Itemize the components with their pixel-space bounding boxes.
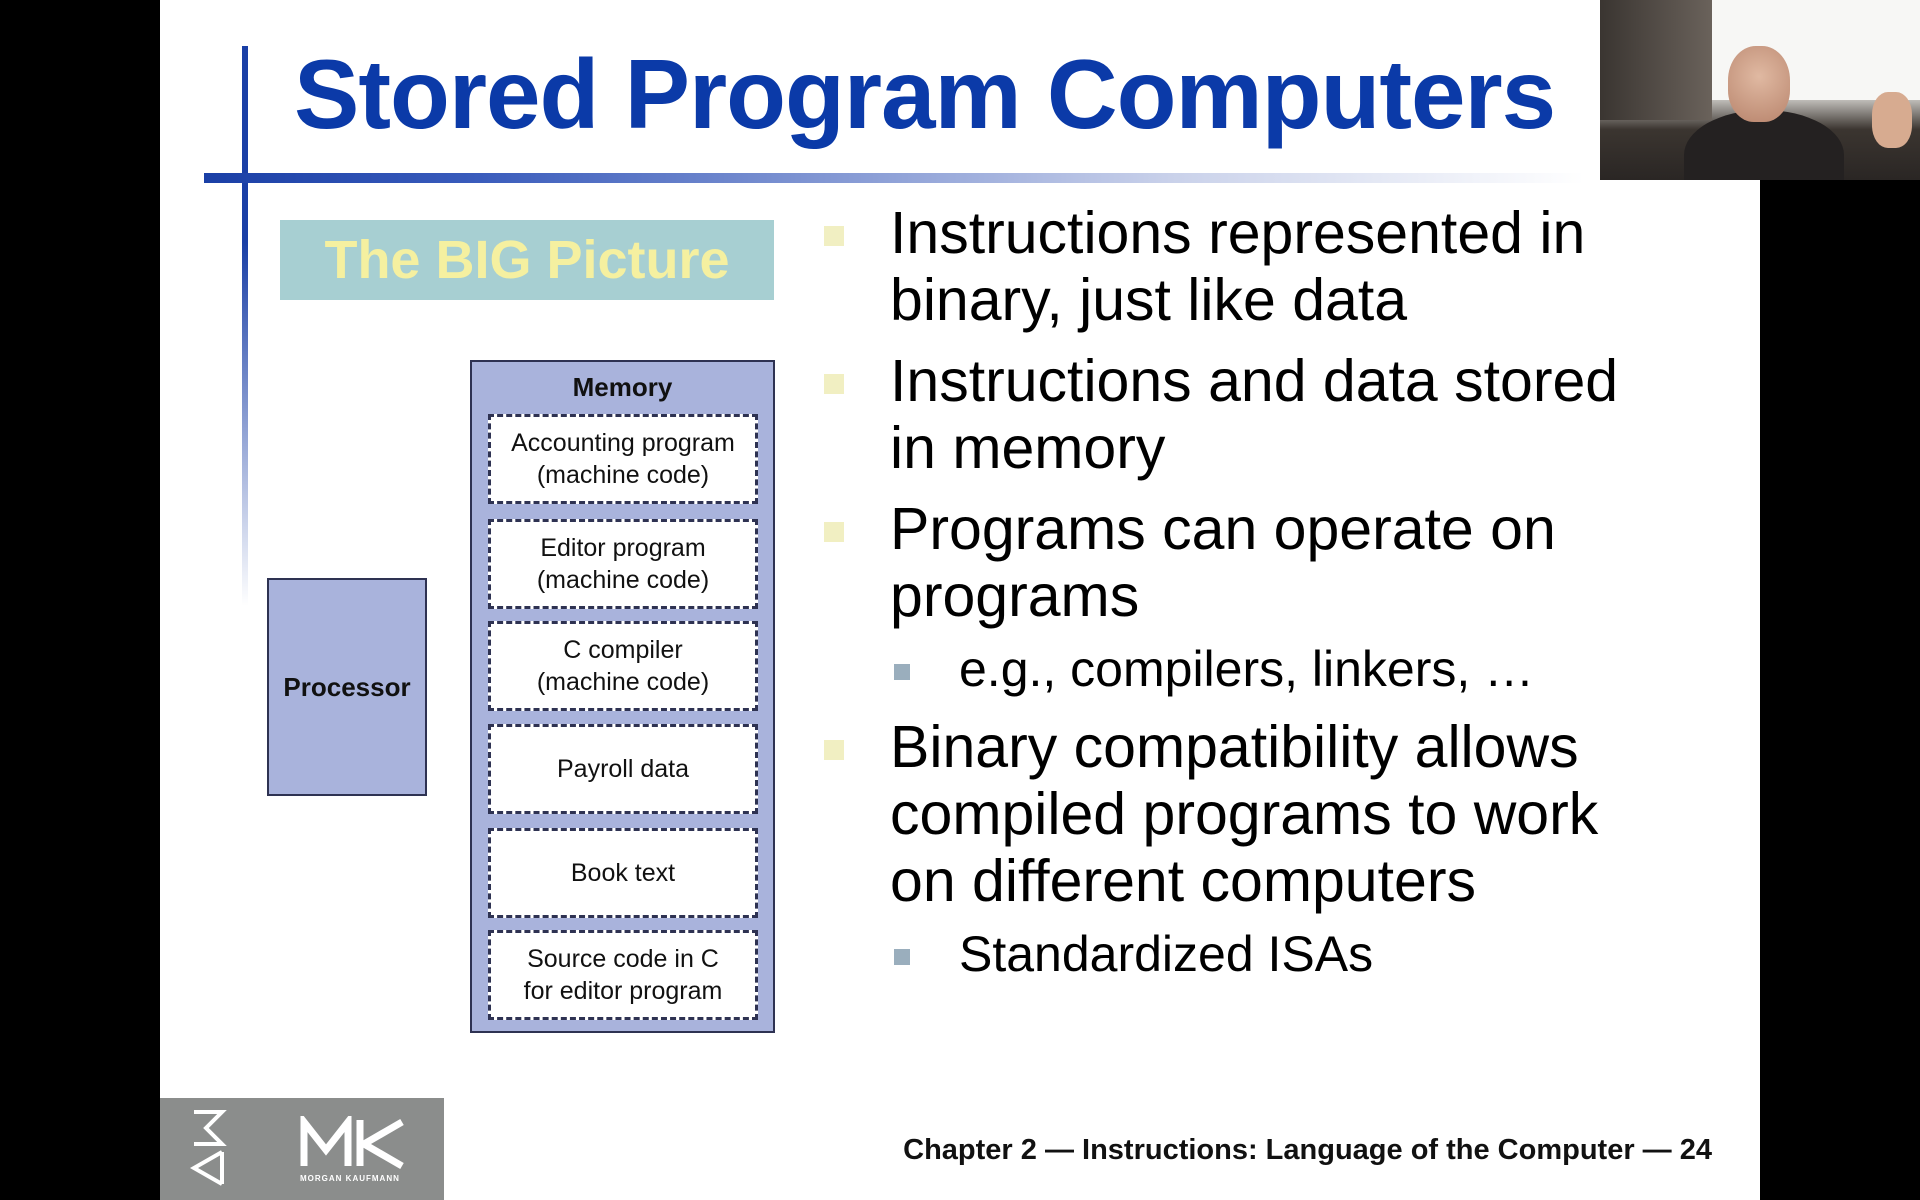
bullet-square-icon xyxy=(824,374,844,394)
bullet-text: Instructions and data stored in memory xyxy=(890,348,1619,481)
sub-bullet-square-icon xyxy=(894,949,910,965)
bullet-text: Binary compatibility allows compiled pro… xyxy=(890,714,1599,914)
publisher-name: MORGAN KAUFMANN xyxy=(300,1174,400,1183)
webcam-background-wall xyxy=(1600,0,1712,120)
bullet-square-icon xyxy=(824,522,844,542)
sub-bullet-text: e.g., compilers, linkers, … xyxy=(959,641,1535,697)
sub-bullet-item: e.g., compilers, linkers, … xyxy=(824,640,1644,698)
title-vertical-rule xyxy=(242,46,248,606)
title-underline xyxy=(204,173,1584,183)
mk-logo-icon xyxy=(300,1116,404,1170)
bullet-text: Instructions represented in binary, just… xyxy=(890,200,1586,333)
memory-block-label: Accounting program (machine code) xyxy=(511,428,735,490)
memory-block-label: C compiler (machine code) xyxy=(536,635,710,697)
memory-box: Memory Accounting program (machine code)… xyxy=(470,360,775,1033)
memory-block: Editor program (machine code) xyxy=(488,519,758,609)
memory-block-label: Payroll data xyxy=(556,754,690,783)
slide: Stored Program Computers The BIG Picture… xyxy=(160,0,1760,1200)
memory-block-label: Editor program (machine code) xyxy=(536,533,710,595)
sub-bullet-item: Standardized ISAs xyxy=(824,925,1644,983)
big-picture-banner: The BIG Picture xyxy=(280,220,774,300)
bullet-text: Programs can operate on programs xyxy=(890,496,1556,629)
bullet-item: Instructions and data stored in memory xyxy=(824,348,1644,482)
presenter-hand xyxy=(1872,92,1912,148)
memory-block: Accounting program (machine code) xyxy=(488,414,758,504)
slide-title: Stored Program Computers xyxy=(294,39,1556,149)
mk-vertical-logo-icon xyxy=(189,1110,227,1186)
memory-block: C compiler (machine code) xyxy=(488,621,758,711)
bullet-item: Instructions represented in binary, just… xyxy=(824,200,1644,334)
sub-bullet-square-icon xyxy=(894,664,910,680)
slide-footer: Chapter 2 — Instructions: Language of th… xyxy=(903,1134,1712,1166)
sub-bullet-text: Standardized ISAs xyxy=(959,926,1374,982)
bullet-square-icon xyxy=(824,226,844,246)
processor-box: Processor xyxy=(267,578,427,796)
memory-block: Source code in C for editor program xyxy=(488,930,758,1020)
memory-block-label: Source code in C for editor program xyxy=(523,944,723,1006)
bullet-square-icon xyxy=(824,740,844,760)
memory-block-label: Book text xyxy=(570,858,676,887)
processor-label: Processor xyxy=(283,671,411,702)
bullet-item: Binary compatibility allows compiled pro… xyxy=(824,714,1644,915)
memory-block: Payroll data xyxy=(488,724,758,814)
memory-label: Memory xyxy=(572,372,673,402)
memory-block: Book text xyxy=(488,828,758,918)
bullet-item: Programs can operate on programs xyxy=(824,496,1644,630)
webcam-video-overlay xyxy=(1600,0,1920,180)
presenter-head xyxy=(1728,46,1790,122)
bullet-list: Instructions represented in binary, just… xyxy=(824,200,1644,999)
publisher-logo: MORGAN KAUFMANN xyxy=(160,1098,444,1200)
big-picture-label: The BIG Picture xyxy=(324,230,730,290)
